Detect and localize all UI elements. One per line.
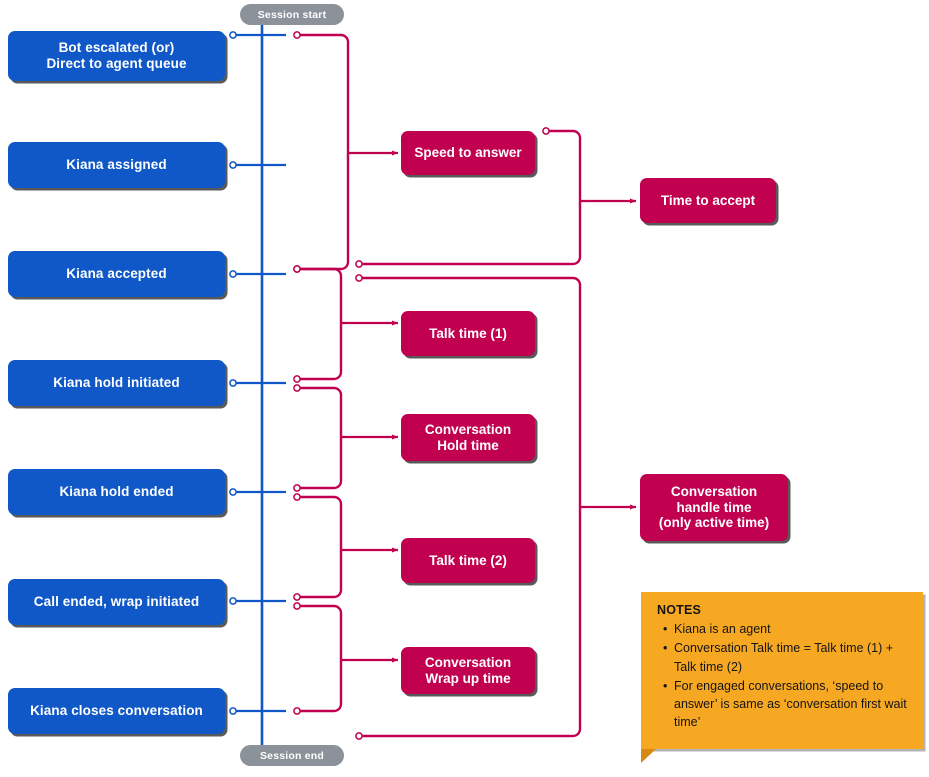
connector-speed-to-answer [293, 31, 399, 273]
session-start-label: Session start [257, 8, 327, 21]
event-box-kiana-hold-ended[interactable]: Kiana hold ended [8, 469, 225, 515]
event-box-kiana-assigned[interactable]: Kiana assigned [8, 142, 225, 188]
metric-box-speed-to-answer[interactable]: Speed to answer [401, 131, 535, 175]
notes-panel: NOTES Kiana is an agent Conversation Tal… [641, 592, 923, 763]
event-box-bot-escalated[interactable]: Bot escalated (or) Direct to agent queue [8, 31, 225, 81]
event-box-kiana-closes-conversation[interactable]: Kiana closes conversation [8, 688, 225, 734]
metric-box-talk-time-1[interactable]: Talk time (1) [401, 311, 535, 356]
session-spine [229, 24, 286, 753]
connector-talk-time-1 [293, 265, 399, 383]
metric-box-conversation-handle-time[interactable]: Conversation handle time (only active ti… [640, 474, 788, 541]
connector-talk-time-2 [293, 493, 399, 601]
metric-box-conversation-wrap-up-time[interactable]: Conversation Wrap up time [401, 647, 535, 694]
notes-title: NOTES [657, 603, 702, 617]
session-start-pill: Session start [240, 4, 344, 25]
metric-box-talk-time-2[interactable]: Talk time (2) [401, 538, 535, 583]
notes-item: Kiana is an agent [663, 620, 909, 639]
metric-box-time-to-accept[interactable]: Time to accept [640, 178, 776, 223]
notes-item: Conversation Talk time = Talk time (1) +… [663, 639, 909, 676]
notes-fold-corner [641, 749, 656, 763]
session-end-label: Session end [259, 749, 325, 762]
event-box-kiana-accepted[interactable]: Kiana accepted [8, 251, 225, 297]
notes-list: Kiana is an agent Conversation Talk time… [657, 620, 909, 732]
diagram-canvas: Session start Session end Bot escalated … [0, 0, 929, 777]
metric-box-conversation-hold-time[interactable]: Conversation Hold time [401, 414, 535, 461]
connector-conversation-hold-time [293, 384, 399, 492]
session-end-pill: Session end [240, 745, 344, 766]
event-box-call-ended-wrap-initiated[interactable]: Call ended, wrap initiated [8, 579, 225, 625]
connector-conversation-wrap-up-time [293, 602, 399, 715]
event-box-kiana-hold-initiated[interactable]: Kiana hold initiated [8, 360, 225, 406]
notes-item: For engaged conversations, ‘speed to ans… [663, 677, 909, 732]
